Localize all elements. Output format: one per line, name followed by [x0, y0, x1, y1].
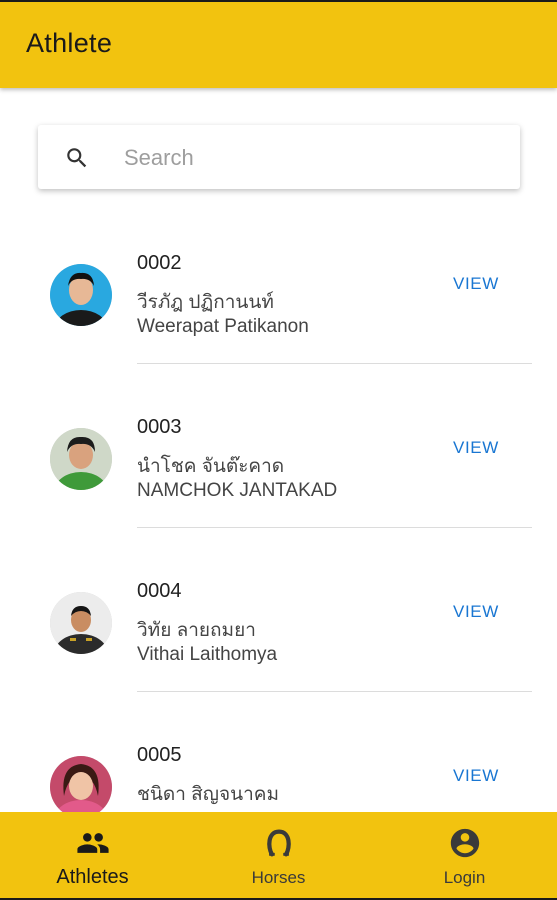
list-item[interactable]: 0003 นำโชค จันต๊ะคาด NAMCHOK JANTAKAD VI…: [0, 364, 557, 528]
search-bar[interactable]: [38, 125, 520, 189]
nav-item-login[interactable]: Login: [372, 812, 557, 900]
view-button[interactable]: VIEW: [443, 762, 509, 790]
athlete-list: 0002 วีรภัฎ ปฏิกานนท์ Weerapat Patikanon…: [0, 200, 557, 812]
view-button[interactable]: VIEW: [443, 598, 509, 626]
athlete-code: 0003: [137, 416, 182, 438]
search-icon: [64, 145, 90, 171]
avatar: [50, 592, 112, 654]
list-item[interactable]: 0004 วิทัย ลายถมยา Vithai Laithomya VIEW: [0, 528, 557, 692]
nav-item-horses[interactable]: Horses: [186, 812, 371, 900]
avatar: [50, 756, 112, 812]
app-bar: Athlete: [0, 0, 557, 88]
list-item[interactable]: 0005 ชนิดา สิญจนาคม VIEW: [0, 692, 557, 812]
athlete-name-thai: ชนิดา สิญจนาคม: [137, 784, 279, 805]
athlete-code: 0002: [137, 252, 182, 274]
athlete-name-english: NAMCHOK JANTAKAD: [137, 480, 338, 501]
nav-label-login: Login: [443, 868, 486, 887]
athlete-code: 0004: [137, 580, 182, 602]
nav-label-athletes: Athletes: [56, 866, 129, 888]
avatar: [50, 264, 112, 326]
people-icon: [76, 826, 110, 860]
list-item[interactable]: 0002 วีรภัฎ ปฏิกานนท์ Weerapat Patikanon…: [0, 200, 557, 364]
athlete-name-thai: นำโชค จันต๊ะคาด: [137, 456, 285, 477]
athlete-code: 0005: [137, 744, 182, 766]
athlete-name-english: Vithai Laithomya: [137, 644, 278, 665]
nav-item-athletes[interactable]: Athletes: [0, 812, 185, 900]
bottom-navigation: Athletes Horses Login: [0, 812, 557, 900]
athlete-name-thai: วีรภัฎ ปฏิกานนท์: [137, 292, 274, 313]
view-button[interactable]: VIEW: [443, 270, 509, 298]
view-button[interactable]: VIEW: [443, 434, 509, 462]
account-circle-icon: [448, 826, 482, 860]
nav-label-horses: Horses: [251, 868, 306, 887]
horseshoe-icon: [262, 826, 296, 860]
athlete-name-english: Weerapat Patikanon: [137, 316, 309, 337]
search-input[interactable]: [122, 135, 506, 181]
avatar: [50, 428, 112, 490]
athlete-name-thai: วิทัย ลายถมยา: [137, 620, 256, 641]
page-title: Athlete: [26, 28, 113, 58]
